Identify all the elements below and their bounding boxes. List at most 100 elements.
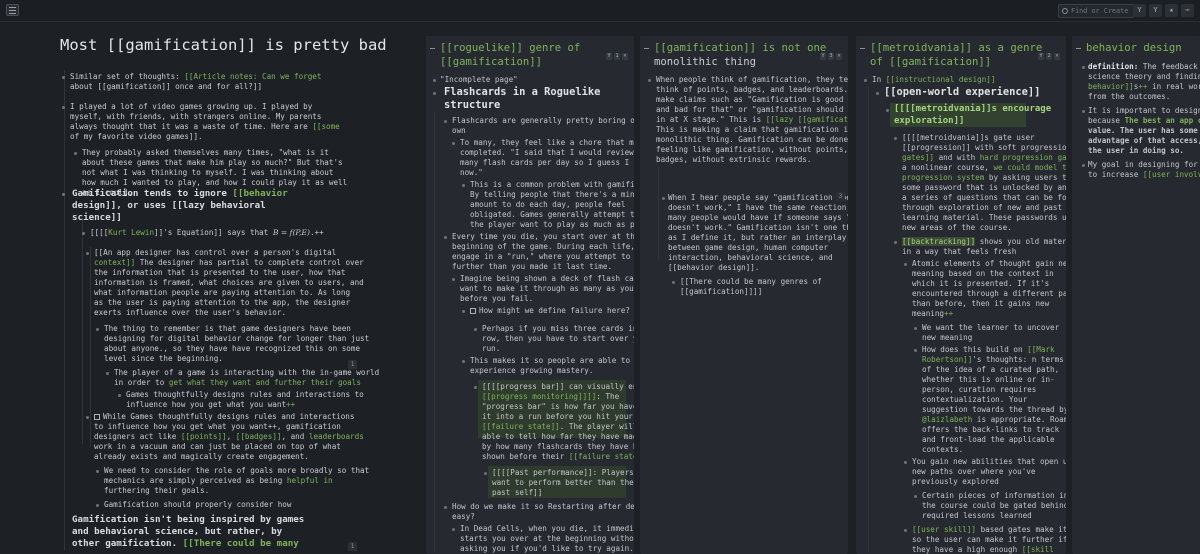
block-heading[interactable]: Gamification isn't being inspired by gam… [72,514,304,526]
block-bullet[interactable] [462,360,465,363]
block-text[interactable]: asking you if you'd like to try again. [460,544,634,554]
block-bullet[interactable] [118,394,121,397]
block-bullet[interactable] [452,278,455,281]
block-bullet[interactable] [648,79,651,82]
block-text[interactable]: In Dead Cells, when you die, it immediat… [460,524,634,535]
block-text[interactable]: We need to consider the role of goals mo… [104,466,369,477]
block-bullet[interactable] [672,281,675,284]
block-bullet[interactable] [462,310,465,313]
close-pane-icon[interactable]: × [836,53,842,60]
block-text[interactable]: science theory and findings in [[ [1088,72,1200,83]
block-text[interactable]: [[user skill]] based gates make it [912,525,1066,536]
block-text[interactable]: You gain new abilities that open up [912,457,1066,468]
block-text[interactable]: information is framed, what choices are … [94,278,364,289]
block-text[interactable]: of my favorite video games]]. [70,132,203,143]
block-bullet[interactable] [86,416,89,419]
block-text[interactable]: My goal in designing for behavio [1088,160,1200,171]
block-text[interactable]: context]] The designer has partial to co… [94,258,364,269]
block-text[interactable]: designers act like [[points]], [[badges]… [94,432,364,443]
block-text[interactable]: as the user is paying attention to the a… [94,298,350,309]
block-text[interactable]: [[progress monitoring]]]]: The [482,392,619,403]
block-text[interactable]: previously explored [912,477,999,488]
close-pane-icon[interactable]: × [622,53,628,60]
block-text[interactable]: gates]] and with hard progression gates.… [902,153,1066,164]
block-text[interactable]: In [[instructional design]] [872,75,995,86]
block-ref-count[interactable]: 1 [348,542,357,551]
block-text[interactable]: shown before their [[failure state]] [482,452,634,463]
block-bullet[interactable] [433,79,436,82]
block-bullet[interactable] [433,92,436,95]
block-text[interactable]: now." [460,168,483,179]
block-text[interactable]: required lessons learned [922,511,1032,522]
block-heading[interactable]: science]] [72,212,122,224]
filter-icon[interactable]: Y [1149,4,1162,17]
block-text[interactable]: work in a vacuum and can just be placed … [94,442,341,453]
block-text[interactable]: furthering their goals. [104,486,209,497]
block-text[interactable]: offers the back-links to track [922,425,1059,436]
block-text[interactable]: past self]] [492,488,542,499]
block-bullet[interactable] [894,137,897,140]
block-text[interactable]: the information that is presented to the… [94,268,345,279]
block-text[interactable]: [[progression]] with soft progression [902,143,1066,154]
todo-checkbox[interactable] [94,414,100,420]
block-text[interactable]: from the outcomes. [1088,92,1170,103]
block-text[interactable]: feeling like gamification, without point… [656,145,848,156]
block-bullet[interactable] [96,328,99,331]
block-text[interactable]: and bad for that" or "gamification shoul… [656,105,848,116]
block-bullet[interactable] [904,461,907,464]
block-bullet[interactable] [474,386,477,389]
block-text[interactable]: to influence how you get what you want++… [94,422,341,433]
pane-title[interactable]: [[metroidvania]] as a genre of [[gamifica… [870,42,1042,69]
block-bullet[interactable] [904,263,907,266]
block-text[interactable]: of the idea of a curated path, [922,365,1059,376]
block-heading[interactable]: [[open-world experience]] [884,86,1040,99]
block-text[interactable]: beginning of the game. During each life,… [452,242,634,253]
block-text[interactable]: doesn't work," I have the same reaction … [668,203,848,214]
block-text[interactable]: it into a run before you hit your [482,412,633,423]
block-text[interactable]: @laizlabeth is appropriate. Roam [922,415,1066,426]
block-bullet[interactable] [474,328,477,331]
block-text[interactable]: make claims such as "Gamification is goo… [656,95,848,106]
block-text[interactable]: already exists and magically create enga… [94,452,309,463]
block-bullet[interactable] [1082,110,1085,113]
block-text[interactable]: in order to get what they want and furth… [114,378,361,389]
pane-title[interactable]: [[gamification]] is not one monolithic th… [654,42,826,69]
block-heading[interactable]: [[[[metroidvania]]s encourage [894,103,1051,115]
filter-icon[interactable]: Y [606,53,612,60]
block-bullet[interactable] [96,504,99,507]
block-text[interactable]: monolithic thing. Gamification can be do… [656,135,848,146]
block-ref-count[interactable]: 1 [348,360,357,369]
block-text[interactable]: because The best an app can do i [1088,116,1200,127]
block-text[interactable]: How does this build on [[Mark [922,345,1055,356]
block-text[interactable]: how much I wanted to play, and how I cou… [82,178,347,189]
block-text[interactable]: [[There could be many genres of [680,277,822,288]
block-text[interactable]: they have a high enough [[skill [912,545,1054,554]
block-text[interactable]: able to tell how far they have made it [482,432,634,443]
block-text[interactable]: level since the beginning. [104,354,223,365]
block-text[interactable]: before you fail. [460,294,533,305]
block-text[interactable]: interaction, behavioral science, and [668,253,833,264]
block-text[interactable]: behavior]]s++ in real world situ [1088,82,1200,93]
block-text[interactable]: Similar set of thoughts: [[Article notes… [70,72,321,83]
block-bullet[interactable] [452,528,455,531]
block-heading[interactable]: and behavioral science, but rather, by [72,526,282,538]
block-text[interactable]: "progress bar" is how far you have made [482,402,634,413]
block-text[interactable]: obligated. Games generally attempt to ma… [470,210,634,221]
block-heading[interactable]: structure [444,99,500,112]
block-text[interactable]: further than you made it last time. [452,262,612,273]
filter-icon[interactable]: Y [1133,4,1146,17]
block-text[interactable]: Imagine being shown a deck of flash card… [460,274,634,285]
block-text[interactable]: about these games that make him play so … [82,158,343,169]
block-bullet[interactable] [914,349,917,352]
block-text[interactable]: Every time you die, you start over at th… [452,232,634,243]
block-heading[interactable]: Flashcards in a Roguelike [444,86,600,99]
block-text[interactable]: badges, without extrinsic rewards. [656,155,811,166]
block-heading[interactable]: Gamification tends to ignore [[behavior [72,188,288,200]
search-box[interactable] [1058,4,1135,18]
block-bullet[interactable] [62,193,65,196]
block-text[interactable]: How might we define failure here? [470,306,630,317]
block-heading[interactable]: design]], or uses [[lazy behavioral [72,200,266,212]
block-heading[interactable]: exploration]] [894,115,964,127]
block-text[interactable]: contextualization. Your [922,395,1027,406]
block-bullet[interactable] [1082,164,1085,167]
